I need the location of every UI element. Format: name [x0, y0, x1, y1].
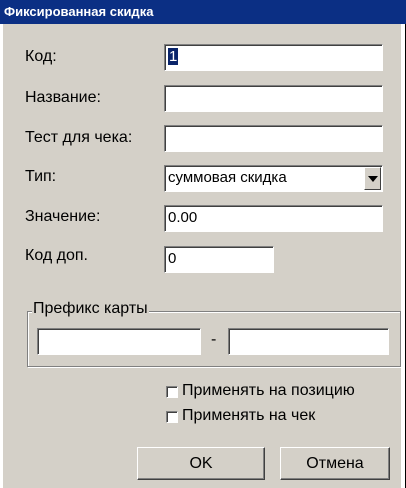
- apply-to-receipt-label[interactable]: Применять на чек: [182, 407, 315, 425]
- apply-to-position-checkbox[interactable]: [166, 386, 178, 398]
- apply-to-position-label[interactable]: Применять на позицию: [182, 382, 355, 400]
- code-input[interactable]: 1: [164, 44, 383, 71]
- chevron-down-icon[interactable]: [364, 167, 381, 190]
- card-prefix-separator: -: [211, 331, 217, 348]
- receipt-text-label: Тест для чека:: [25, 129, 133, 146]
- code-value: 1: [168, 48, 179, 65]
- extra-code-label: Код доп.: [25, 247, 88, 264]
- cancel-button[interactable]: Отмена: [280, 447, 390, 480]
- card-prefix-label: Префикс карты: [32, 300, 149, 318]
- type-value: суммовая скидка: [168, 169, 287, 186]
- type-label: Тип:: [25, 168, 57, 185]
- value-input[interactable]: 0.00: [164, 205, 383, 232]
- name-label: Название:: [25, 89, 101, 106]
- window-title: Фиксированная скидка: [0, 0, 406, 24]
- card-prefix-from-input[interactable]: [37, 328, 201, 355]
- type-select[interactable]: суммовая скидка: [164, 165, 383, 192]
- receipt-text-input[interactable]: [164, 125, 383, 152]
- extra-code-input[interactable]: 0: [164, 246, 274, 273]
- code-label: Код:: [25, 48, 57, 65]
- fixed-discount-dialog: Фиксированная скидка Код: 1 Название: Те…: [0, 0, 406, 488]
- name-input[interactable]: [164, 85, 383, 112]
- ok-button[interactable]: OK: [137, 447, 265, 480]
- value-label: Значение:: [25, 208, 101, 225]
- apply-to-receipt-checkbox[interactable]: [166, 411, 178, 423]
- card-prefix-to-input[interactable]: [228, 328, 389, 355]
